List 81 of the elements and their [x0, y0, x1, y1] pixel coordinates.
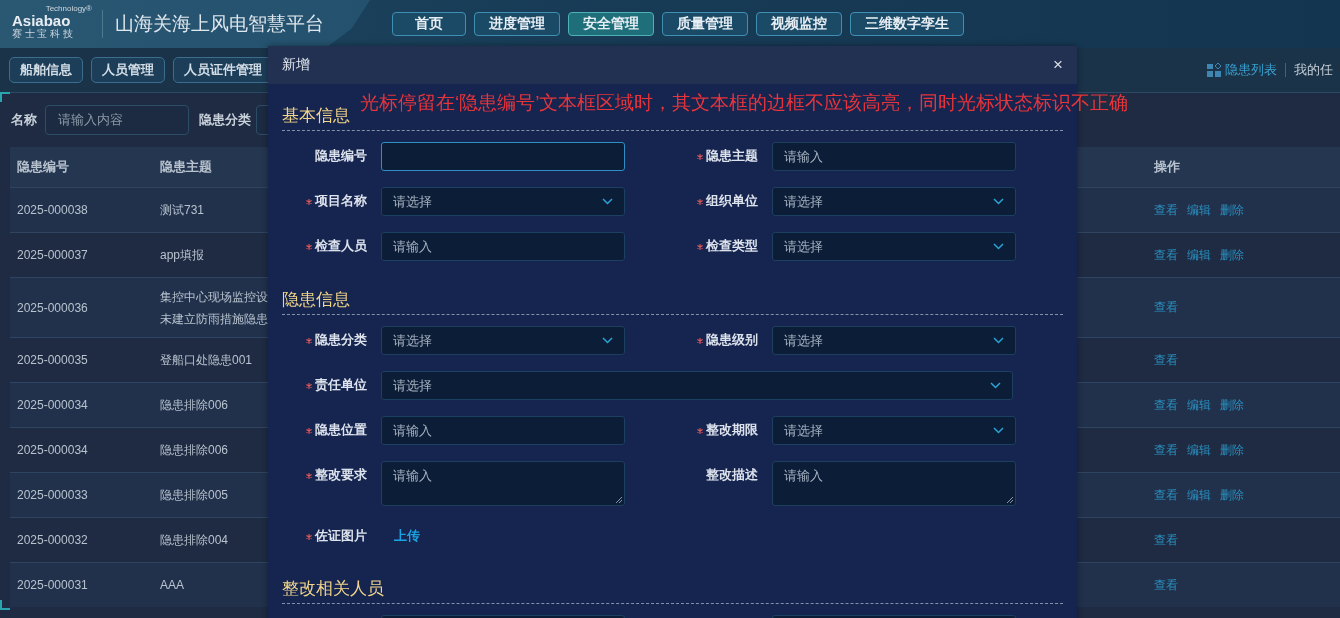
table-cell: 2025-000038 — [10, 187, 153, 233]
close-button[interactable]: × — [1053, 55, 1063, 75]
field-label: 检查类型 — [673, 232, 758, 260]
select-field[interactable]: 请选择 — [381, 187, 625, 216]
action-link[interactable]: 查看 — [1154, 202, 1178, 217]
action-link[interactable]: 删除 — [1220, 397, 1244, 412]
text-field[interactable]: 请输入 — [772, 142, 1016, 171]
table-cell: 2025-000033 — [10, 472, 153, 518]
logo: Technology® Asiabao 赛 士 宝 科 技 — [12, 4, 92, 41]
table-cell: 隐患排除005 — [160, 487, 229, 502]
table-cell: 隐患排除006 — [160, 442, 229, 457]
view-link[interactable]: 隐患列表 — [1225, 61, 1277, 79]
field-label: 隐患位置 — [282, 416, 367, 444]
field-label: 整改要求 — [282, 461, 367, 489]
select-field[interactable]: 请选择 — [772, 416, 1016, 445]
action-link[interactable]: 查看 — [1154, 442, 1178, 457]
field-label: 隐患分类 — [282, 326, 367, 354]
field-label: 组织单位 — [673, 187, 758, 215]
table-cell: 测试731 — [160, 202, 205, 217]
action-link[interactable]: 删除 — [1220, 247, 1244, 262]
nav-tab[interactable]: 首页 — [392, 12, 466, 36]
select-field[interactable]: 请选择 — [772, 232, 1016, 261]
search-field[interactable]: 请输入内容 — [45, 105, 189, 135]
field-label: 项目名称 — [282, 187, 367, 215]
field-label: 隐患级别 — [673, 326, 758, 354]
textarea-field[interactable]: 请输入 — [772, 461, 1016, 506]
action-link[interactable]: 查看 — [1154, 247, 1178, 262]
nav-tab[interactable]: 质量管理 — [662, 12, 748, 36]
table-cell: 2025-000034 — [10, 382, 153, 428]
action-link[interactable]: 查看 — [1154, 300, 1178, 314]
view-link[interactable]: 我的任 — [1294, 61, 1333, 79]
table-cell: app填报 — [160, 247, 205, 262]
field-label: 责任单位 — [282, 371, 367, 399]
action-link[interactable]: 编辑 — [1187, 487, 1211, 502]
select-field[interactable]: 请选择 — [381, 371, 1013, 400]
action-link[interactable]: 删除 — [1220, 202, 1244, 217]
section-title: 隐患信息 — [282, 288, 1063, 315]
table-cell: 登船口处隐患001 — [160, 352, 253, 367]
column-header: 隐患编号 — [10, 147, 153, 188]
action-link[interactable]: 编辑 — [1187, 442, 1211, 457]
field-label: 佐证图片 — [282, 522, 367, 550]
text-field[interactable]: 请输入 — [381, 232, 625, 261]
table-cell: 集控中心现场监控设 未建立防雨措施隐患 — [160, 289, 268, 326]
table-cell: 2025-000031 — [10, 562, 153, 607]
annotation-text: 光标停留在‘隐患编号’文本框区域时，其文本框的边框不应该高亮，同时光标状态标识不正确 — [360, 91, 1129, 115]
action-link[interactable]: 删除 — [1220, 487, 1244, 502]
action-link[interactable]: 查看 — [1154, 397, 1178, 412]
table-cell: AAA — [160, 578, 184, 592]
field-label: 检查人员 — [282, 232, 367, 260]
upload-link[interactable]: 上传 — [394, 522, 420, 550]
table-cell: 隐患排除006 — [160, 397, 229, 412]
filter-label: 隐患分类 — [199, 111, 251, 129]
action-link[interactable]: 删除 — [1220, 442, 1244, 457]
action-link[interactable]: 编辑 — [1187, 247, 1211, 262]
action-link[interactable]: 编辑 — [1187, 202, 1211, 217]
select-field[interactable]: 请选择 — [381, 326, 625, 355]
text-field[interactable]: 请输入 — [381, 416, 625, 445]
textarea-field[interactable]: 请输入 — [381, 461, 625, 506]
nav-tab[interactable]: 进度管理 — [474, 12, 560, 36]
table-cell: 隐患排除004 — [160, 532, 229, 547]
action-link[interactable]: 编辑 — [1187, 397, 1211, 412]
nav-tab[interactable]: 安全管理 — [568, 12, 654, 36]
sub-nav-tab[interactable]: 人员管理 — [91, 57, 165, 83]
action-link[interactable]: 查看 — [1154, 487, 1178, 502]
column-header: 操作 — [1147, 147, 1340, 188]
select-field[interactable]: 请选择 — [772, 326, 1016, 355]
nav-tab[interactable]: 三维数字孪生 — [850, 12, 964, 36]
field-label: 整改描述 — [705, 467, 758, 484]
field-label: 隐患编号 — [314, 148, 367, 165]
action-link[interactable]: 查看 — [1154, 532, 1178, 547]
app-title: 山海关海上风电智慧平台 — [115, 12, 325, 36]
action-link[interactable]: 查看 — [1154, 577, 1178, 592]
filter-label: 名称 — [11, 111, 37, 129]
field-label: 整改期限 — [673, 416, 758, 444]
action-link[interactable]: 查看 — [1154, 352, 1178, 367]
nav-tab[interactable]: 视频监控 — [756, 12, 842, 36]
select-field[interactable]: 请选择 — [772, 187, 1016, 216]
dialog-title: 新增 — [282, 56, 310, 74]
sub-nav-tab[interactable]: 船舶信息 — [9, 57, 83, 83]
table-cell: 2025-000036 — [10, 277, 153, 338]
section-title: 整改相关人员 — [282, 577, 1063, 604]
